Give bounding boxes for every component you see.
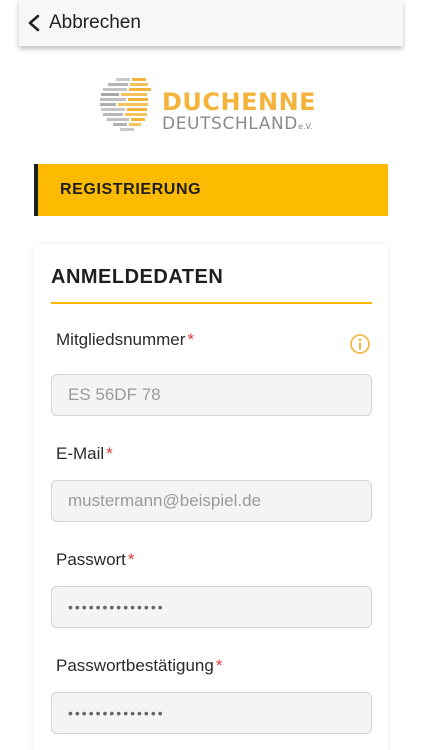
- back-button[interactable]: Abbrechen: [19, 0, 141, 46]
- login-data-card: ANMELDEDATEN Mitgliedsnummer* E-Mail* Pa…: [34, 244, 388, 750]
- duchenne-logo: DUCHENNE DEUTSCHLANDe.V.: [98, 72, 328, 138]
- section-divider: [51, 302, 372, 304]
- banner-title: REGISTRIERUNG: [60, 181, 202, 198]
- password-input[interactable]: [51, 586, 372, 628]
- registration-banner: REGISTRIERUNG: [34, 164, 388, 216]
- logo-subtitle: DEUTSCHLANDe.V.: [162, 114, 313, 134]
- password-confirm-input[interactable]: [51, 692, 372, 734]
- back-label: Abbrechen: [49, 12, 141, 33]
- email-input[interactable]: [51, 480, 372, 522]
- top-nav-bar: Abbrechen: [19, 0, 403, 46]
- required-marker: *: [215, 656, 223, 675]
- email-label: E-Mail *: [56, 444, 113, 463]
- member-number-label: Mitgliedsnummer *: [56, 330, 195, 349]
- logo-suffix: e.V.: [298, 122, 313, 131]
- password-confirm-label: Passwortbestätigung *: [56, 656, 223, 675]
- chevron-left-icon: [28, 14, 40, 32]
- required-marker: *: [106, 444, 113, 463]
- password-label: Passwort *: [56, 550, 135, 569]
- logo-word-cloud-icon: [100, 78, 151, 131]
- required-marker: *: [127, 550, 135, 569]
- member-number-input[interactable]: [51, 374, 372, 416]
- info-icon[interactable]: [349, 333, 371, 355]
- logo-title: DUCHENNE: [162, 88, 317, 116]
- required-marker: *: [187, 330, 195, 349]
- section-title: ANMELDEDATEN: [51, 266, 224, 288]
